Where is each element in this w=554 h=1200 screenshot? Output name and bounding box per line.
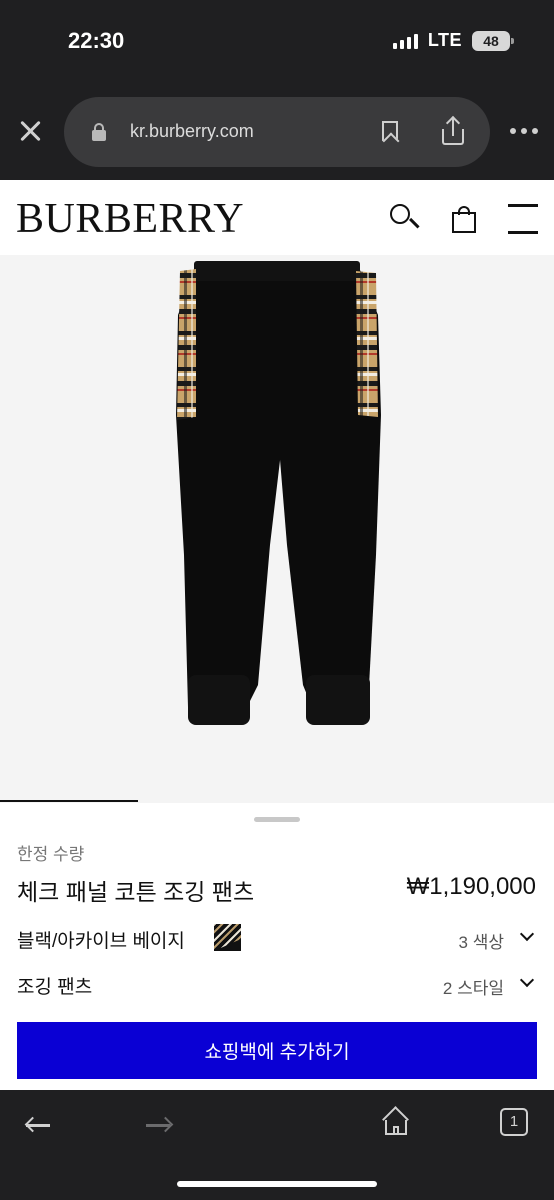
address-bar[interactable]: kr.burberry.com (64, 97, 490, 167)
lock-icon (92, 123, 106, 141)
close-icon[interactable] (18, 118, 44, 144)
home-icon[interactable] (382, 1106, 410, 1136)
status-time: 22:30 (68, 28, 125, 53)
network-label: LTE (427, 30, 462, 50)
home-indicator[interactable] (177, 1181, 377, 1187)
more-icon[interactable] (510, 128, 538, 134)
limited-label: 한정 수량 (17, 845, 85, 864)
site-header: BURBERRY (0, 180, 554, 255)
back-arrow-icon[interactable] (24, 1116, 52, 1133)
signal-icon (392, 33, 418, 49)
share-icon[interactable] (442, 115, 464, 145)
brand-logo[interactable]: BURBERRY (16, 198, 244, 240)
shopping-bag-icon[interactable] (452, 206, 476, 233)
add-to-bag-button[interactable]: 쇼핑백에 추가하기 (17, 1022, 537, 1079)
status-indicators: LTE 48 (392, 30, 514, 51)
battery-icon: 48 (472, 30, 514, 51)
jogger-pants-image (176, 261, 381, 725)
search-icon[interactable] (390, 204, 420, 234)
menu-icon[interactable] (508, 204, 538, 234)
product-image[interactable] (0, 255, 554, 803)
style-name: 조깅 팬츠 (17, 977, 93, 998)
chevron-down-icon[interactable] (519, 972, 535, 988)
color-selector[interactable]: 3 색상 (459, 928, 504, 953)
bookmark-icon[interactable] (382, 121, 398, 141)
image-carousel-indicator (0, 800, 138, 802)
style-selector[interactable]: 2 스타일 (443, 974, 504, 999)
product-price: ₩1,190,000 (406, 873, 536, 900)
browser-chrome: 22:30 LTE 48 kr.burberry.com (0, 0, 554, 180)
sheet-handle[interactable] (254, 817, 300, 822)
product-title: 체크 패널 코튼 조깅 팬츠 (17, 879, 255, 905)
forward-arrow-icon (146, 1116, 174, 1133)
color-name: 블랙/아카이브 베이지 (17, 931, 185, 952)
color-swatch[interactable] (214, 924, 241, 951)
product-details-sheet: 한정 수량 체크 패널 코튼 조깅 팬츠 ₩1,190,000 블랙/아카이브 … (0, 803, 554, 1090)
chevron-down-icon[interactable] (519, 926, 535, 942)
url-text[interactable]: kr.burberry.com (130, 121, 254, 142)
tabs-icon[interactable]: 1 (500, 1108, 528, 1136)
